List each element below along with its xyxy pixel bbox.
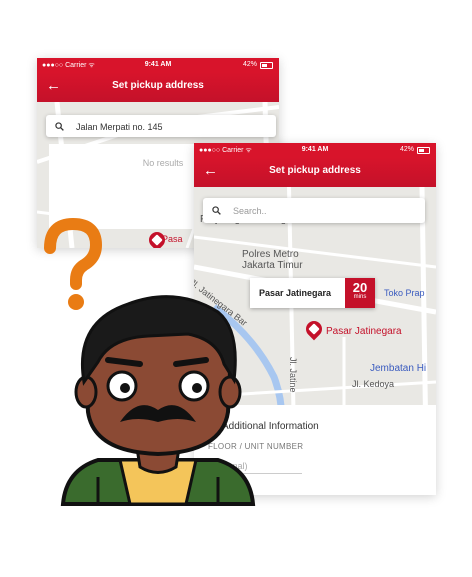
map-label-jembatan: Jembatan Hi (370, 363, 427, 374)
battery-percent: 42% (399, 146, 414, 153)
battery-icon (260, 62, 273, 69)
pickup-eta-card[interactable]: Pasar Jatinegara 20 mins (250, 278, 375, 308)
status-bar: ●●●○○ Carrier ᯤ 9:41 AM 42% (194, 143, 436, 157)
search-bar[interactable]: Search.. (203, 198, 425, 223)
battery-icon (417, 147, 430, 154)
map-label-pasar: Pasar Jatinegara (326, 326, 402, 337)
status-bar: ●●●○○ Carrier ᯤ 9:41 AM 42% (37, 58, 279, 72)
eta-place-name: Pasar Jatinegara (259, 288, 332, 298)
nav-bar: ← Set pickup address (194, 157, 436, 187)
search-input[interactable]: Jalan Merpati no. 145 (76, 122, 163, 132)
search-icon (55, 122, 64, 131)
battery-percent: 42% (242, 61, 257, 68)
eta-minutes: 20 (352, 280, 368, 295)
map-label-toko: Toko Prap (384, 288, 425, 298)
confused-person-illustration (60, 295, 256, 506)
map-label-polres: Polres Metro Jakarta Timur (242, 249, 303, 271)
eta-unit: mins (353, 294, 367, 300)
page-title: Set pickup address (112, 80, 204, 91)
map-label-jatine: Jl. Jatine (288, 357, 298, 393)
search-icon (212, 206, 221, 215)
search-bar[interactable]: Jalan Merpati no. 145 (46, 115, 276, 137)
page-title: Set pickup address (269, 165, 361, 176)
nav-bar: ← Set pickup address (37, 72, 279, 102)
search-input[interactable]: Search.. (233, 206, 267, 216)
map-label-kedoya: Jl. Kedoya (352, 379, 395, 389)
eta-badge: 20 mins (345, 278, 375, 308)
